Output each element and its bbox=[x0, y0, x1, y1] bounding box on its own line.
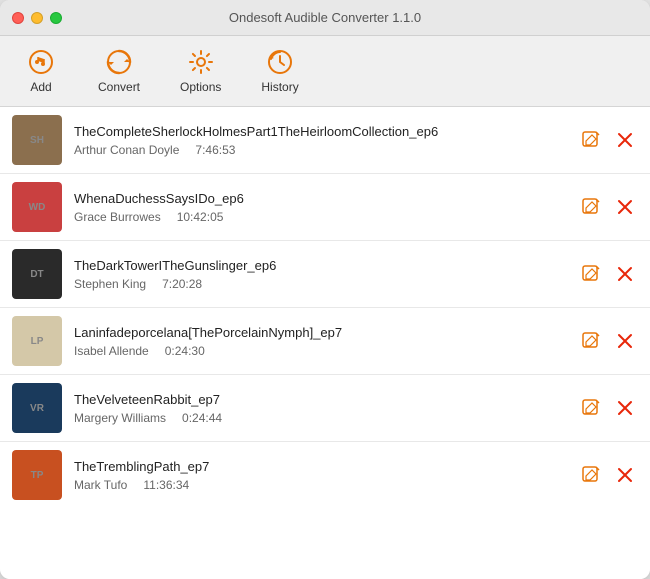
thumb-text: WD bbox=[12, 182, 62, 232]
options-button[interactable]: Options bbox=[172, 44, 229, 98]
thumb-text: SH bbox=[12, 115, 62, 165]
item-author: Grace Burrowes bbox=[74, 210, 161, 224]
history-button[interactable]: History bbox=[253, 44, 306, 98]
item-title: WhenaDuchessSaysIDo_ep6 bbox=[74, 191, 566, 206]
edit-button[interactable] bbox=[578, 462, 604, 488]
app-window: Ondesoft Audible Converter 1.1.0 Add bbox=[0, 0, 650, 579]
convert-button[interactable]: Convert bbox=[90, 44, 148, 98]
item-thumbnail: VR bbox=[12, 383, 62, 433]
item-thumbnail: TP bbox=[12, 450, 62, 500]
item-duration: 7:20:28 bbox=[162, 277, 202, 291]
item-author: Margery Williams bbox=[74, 411, 166, 425]
item-thumbnail: SH bbox=[12, 115, 62, 165]
item-actions bbox=[578, 395, 638, 421]
traffic-lights bbox=[12, 12, 62, 24]
minimize-button[interactable] bbox=[31, 12, 43, 24]
item-duration: 10:42:05 bbox=[177, 210, 224, 224]
file-list: SH TheCompleteSherlockHolmesPart1TheHeir… bbox=[0, 107, 650, 579]
window-title: Ondesoft Audible Converter 1.1.0 bbox=[229, 10, 421, 25]
item-author: Mark Tufo bbox=[74, 478, 127, 492]
thumb-text: TP bbox=[12, 450, 62, 500]
item-author: Stephen King bbox=[74, 277, 146, 291]
item-actions bbox=[578, 127, 638, 153]
item-title: TheVelveteenRabbit_ep7 bbox=[74, 392, 566, 407]
list-item: SH TheCompleteSherlockHolmesPart1TheHeir… bbox=[0, 107, 650, 174]
item-info: WhenaDuchessSaysIDo_ep6 Grace Burrowes 1… bbox=[74, 191, 566, 224]
convert-icon bbox=[105, 48, 133, 76]
delete-button[interactable] bbox=[612, 261, 638, 287]
item-thumbnail: DT bbox=[12, 249, 62, 299]
history-label: History bbox=[261, 80, 298, 94]
list-item: LP Laninfadeporcelana[ThePorcelainNymph]… bbox=[0, 308, 650, 375]
item-title: Laninfadeporcelana[ThePorcelainNymph]_ep… bbox=[74, 325, 566, 340]
item-title: TheCompleteSherlockHolmesPart1TheHeirloo… bbox=[74, 124, 566, 139]
item-info: TheCompleteSherlockHolmesPart1TheHeirloo… bbox=[74, 124, 566, 157]
add-label: Add bbox=[30, 80, 51, 94]
item-meta: Arthur Conan Doyle 7:46:53 bbox=[74, 143, 566, 157]
item-meta: Grace Burrowes 10:42:05 bbox=[74, 210, 566, 224]
edit-button[interactable] bbox=[578, 328, 604, 354]
item-info: TheTremblingPath_ep7 Mark Tufo 11:36:34 bbox=[74, 459, 566, 492]
item-info: TheVelveteenRabbit_ep7 Margery Williams … bbox=[74, 392, 566, 425]
item-thumbnail: LP bbox=[12, 316, 62, 366]
item-duration: 0:24:30 bbox=[165, 344, 205, 358]
item-duration: 11:36:34 bbox=[143, 478, 189, 492]
thumb-text: LP bbox=[12, 316, 62, 366]
item-duration: 7:46:53 bbox=[195, 143, 235, 157]
delete-button[interactable] bbox=[612, 194, 638, 220]
list-item: WD WhenaDuchessSaysIDo_ep6 Grace Burrowe… bbox=[0, 174, 650, 241]
item-actions bbox=[578, 462, 638, 488]
delete-button[interactable] bbox=[612, 328, 638, 354]
item-actions bbox=[578, 194, 638, 220]
thumb-text: VR bbox=[12, 383, 62, 433]
delete-button[interactable] bbox=[612, 395, 638, 421]
options-icon bbox=[187, 48, 215, 76]
item-author: Arthur Conan Doyle bbox=[74, 143, 179, 157]
thumb-text: DT bbox=[12, 249, 62, 299]
toolbar: Add Convert Options bbox=[0, 36, 650, 107]
edit-button[interactable] bbox=[578, 127, 604, 153]
list-item: DT TheDarkTowerITheGunslinger_ep6 Stephe… bbox=[0, 241, 650, 308]
edit-button[interactable] bbox=[578, 261, 604, 287]
history-icon bbox=[266, 48, 294, 76]
item-info: TheDarkTowerITheGunslinger_ep6 Stephen K… bbox=[74, 258, 566, 291]
edit-button[interactable] bbox=[578, 395, 604, 421]
titlebar: Ondesoft Audible Converter 1.1.0 bbox=[0, 0, 650, 36]
item-duration: 0:24:44 bbox=[182, 411, 222, 425]
item-meta: Mark Tufo 11:36:34 bbox=[74, 478, 566, 492]
delete-button[interactable] bbox=[612, 462, 638, 488]
add-button[interactable]: Add bbox=[16, 44, 66, 98]
convert-label: Convert bbox=[98, 80, 140, 94]
item-meta: Stephen King 7:20:28 bbox=[74, 277, 566, 291]
close-button[interactable] bbox=[12, 12, 24, 24]
item-actions bbox=[578, 328, 638, 354]
add-icon bbox=[27, 48, 55, 76]
list-item: TP TheTremblingPath_ep7 Mark Tufo 11:36:… bbox=[0, 442, 650, 508]
item-info: Laninfadeporcelana[ThePorcelainNymph]_ep… bbox=[74, 325, 566, 358]
item-thumbnail: WD bbox=[12, 182, 62, 232]
item-title: TheTremblingPath_ep7 bbox=[74, 459, 566, 474]
item-meta: Margery Williams 0:24:44 bbox=[74, 411, 566, 425]
item-actions bbox=[578, 261, 638, 287]
maximize-button[interactable] bbox=[50, 12, 62, 24]
options-label: Options bbox=[180, 80, 221, 94]
list-item: VR TheVelveteenRabbit_ep7 Margery Willia… bbox=[0, 375, 650, 442]
item-meta: Isabel Allende 0:24:30 bbox=[74, 344, 566, 358]
delete-button[interactable] bbox=[612, 127, 638, 153]
item-author: Isabel Allende bbox=[74, 344, 149, 358]
item-title: TheDarkTowerITheGunslinger_ep6 bbox=[74, 258, 566, 273]
edit-button[interactable] bbox=[578, 194, 604, 220]
